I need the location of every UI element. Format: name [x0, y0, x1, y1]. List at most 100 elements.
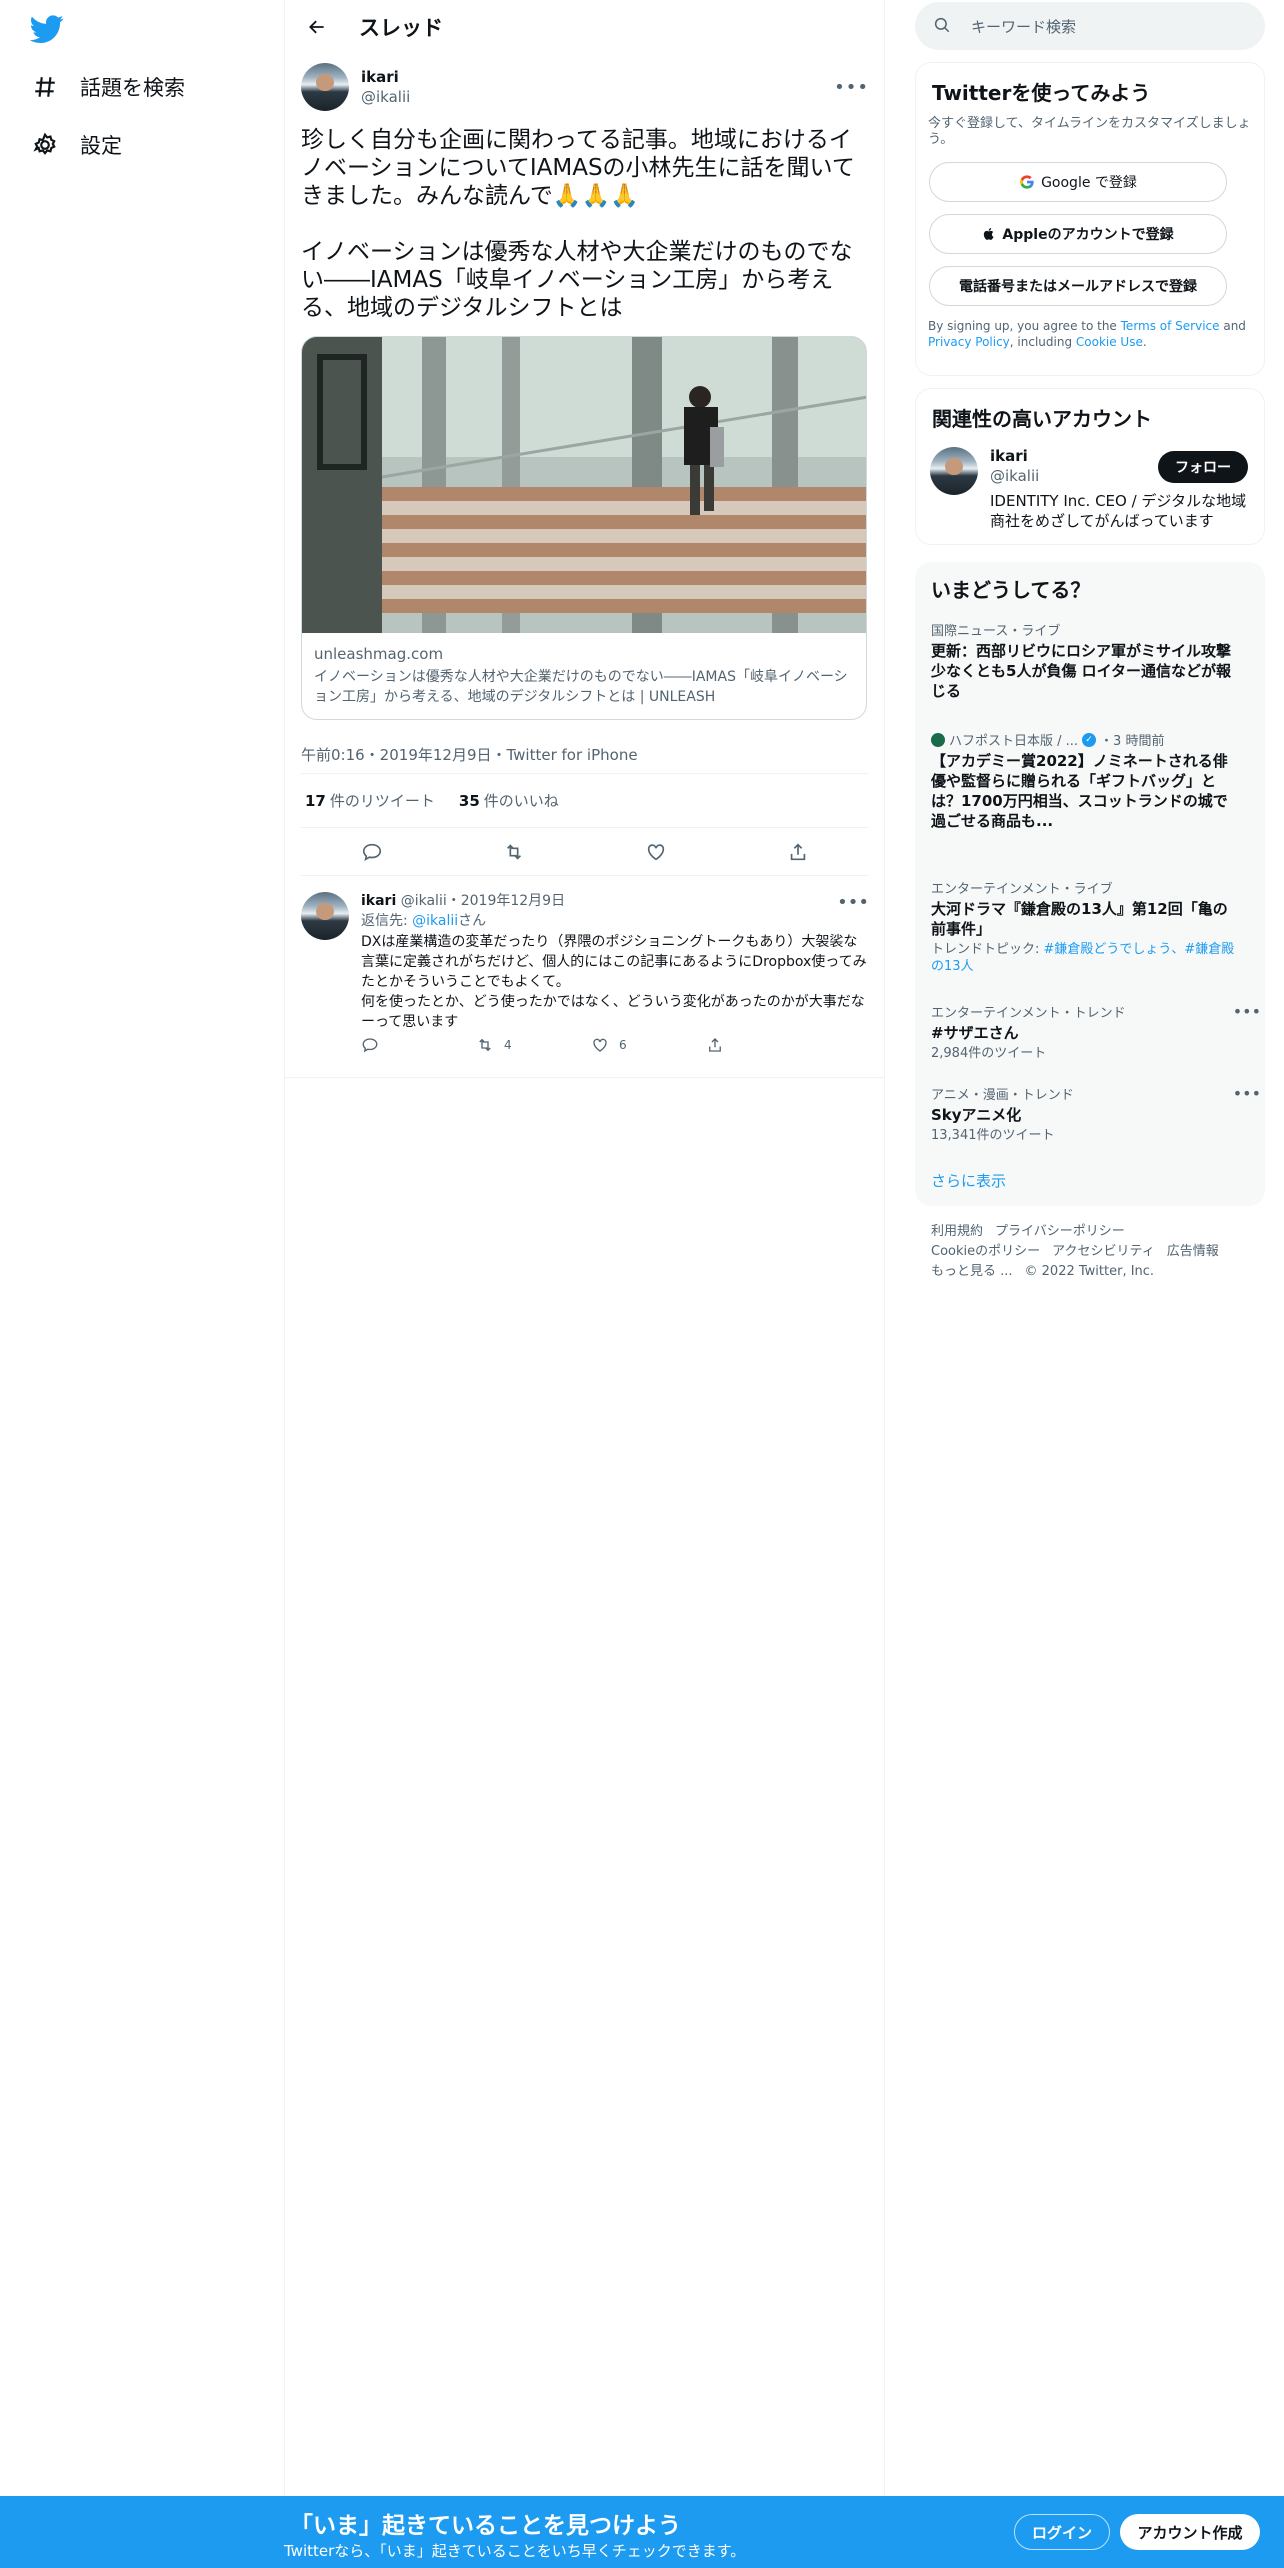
- trend-headline: 【アカデミー賞2022】ノミネートされる俳優や監督らに贈られる「ギフトバッグ」と…: [931, 752, 1228, 830]
- search-icon: [933, 16, 953, 36]
- footer-links: 利用規約 プライバシーポリシー Cookieのポリシー アクセシビリティ 広告情報 も…: [931, 1222, 1251, 1282]
- trend-item[interactable]: ハフポスト日本版 / ... ✓ ・3 時間前 【アカデミー賞2022】ノミネー…: [931, 730, 1241, 831]
- card-image: [302, 337, 866, 633]
- apple-signup-label: Appleのアカウントで登録: [1002, 227, 1174, 243]
- nav-settings-label: 設定: [80, 134, 122, 158]
- reply-reply-button[interactable]: [361, 1036, 476, 1054]
- trend-context: エンターテインメント・ライブ: [931, 882, 1113, 897]
- related-accounts-panel: 関連性の高いアカウント ikari @ikalii IDENTITY Inc. …: [915, 388, 1265, 545]
- main-tweet: ikari @ikalii ••• 珍しく自分も企画に関わってる記事。地域におけ…: [301, 62, 869, 876]
- more-options-icon[interactable]: •••: [1233, 1002, 1261, 1021]
- signup-subtitle: 今すぐ登録して、タイムラインをカスタマイズしましょう。: [928, 116, 1251, 147]
- footer-more-link[interactable]: もっと見る ...: [931, 1264, 1013, 1279]
- trend-item[interactable]: アニメ・漫画・トレンド Skyアニメ化 13,341件のツイート •••: [931, 1084, 1261, 1144]
- footer-accessibility-link[interactable]: アクセシビリティ: [1052, 1244, 1155, 1259]
- avatar[interactable]: [930, 447, 978, 495]
- back-arrow-icon[interactable]: [299, 9, 335, 45]
- footer-cookie-link[interactable]: Cookieのポリシー: [931, 1244, 1040, 1259]
- create-account-button[interactable]: アカウント作成: [1120, 2514, 1260, 2550]
- trend-item[interactable]: エンターテインメント・トレンド #サザエさん 2,984件のツイート •••: [931, 1002, 1261, 1062]
- fine-4: .: [1142, 335, 1147, 349]
- related-handle[interactable]: @ikalii: [990, 467, 1039, 485]
- trend-item[interactable]: 国際ニュース・ライブ 更新：西部リビウにロシア軍がミサイル攻撃 少なくとも5人が…: [931, 620, 1241, 701]
- show-more-link[interactable]: さらに表示: [931, 1170, 1006, 1191]
- nav-settings[interactable]: 設定: [30, 125, 122, 165]
- page-title: スレッド: [359, 16, 443, 40]
- like-count: 35: [458, 792, 480, 810]
- more-options-icon[interactable]: •••: [837, 892, 869, 913]
- trend-headline: #サザエさん: [931, 1024, 1019, 1042]
- related-name[interactable]: ikari: [990, 447, 1028, 465]
- reply-like-button[interactable]: 6: [591, 1036, 706, 1054]
- link-card[interactable]: unleashmag.com イノベーションは優秀な人材や大企業だけのものでない…: [301, 336, 867, 720]
- tweet-header: ikari @ikalii •••: [301, 62, 869, 112]
- reply-author-name[interactable]: ikari: [361, 893, 396, 909]
- verified-badge-icon: ✓: [1082, 732, 1097, 747]
- trend-meta: 2,984件のツイート: [931, 1046, 1047, 1061]
- retweet-count: 17: [305, 792, 326, 810]
- phone-email-signup-label: 電話番号またはメールアドレスで登録: [959, 279, 1197, 295]
- search-input[interactable]: キーワード検索: [915, 2, 1265, 50]
- footer-copyright: © 2022 Twitter, Inc.: [1024, 1264, 1155, 1279]
- footer-privacy-link[interactable]: プライバシーポリシー: [995, 1224, 1125, 1239]
- share-icon[interactable]: [781, 835, 815, 869]
- bottom-signup-bar: 「いま」起きていることを見つけよう Twitterなら、「いま」起きていることを…: [0, 2496, 1284, 2568]
- fine-3: , including: [1009, 335, 1076, 349]
- more-options-icon[interactable]: •••: [1233, 1084, 1261, 1103]
- hashtag-icon: [30, 72, 60, 102]
- reply-to-handle[interactable]: @ikalii: [412, 913, 458, 929]
- trend-headline: Skyアニメ化: [931, 1106, 1022, 1124]
- reply-body: ikari @ikalii・2019年12月9日 返信先: @ikaliiさん …: [361, 890, 871, 1032]
- apple-icon: [982, 226, 996, 242]
- more-options-icon[interactable]: •••: [834, 77, 869, 98]
- like-icon[interactable]: [639, 835, 673, 869]
- twitter-logo-icon[interactable]: [29, 12, 64, 46]
- like-count-link[interactable]: 35 件のいいね: [459, 790, 559, 811]
- footer-ads-link[interactable]: 広告情報: [1167, 1244, 1219, 1259]
- footer-terms-link[interactable]: 利用規約: [931, 1224, 983, 1239]
- author-name[interactable]: ikari: [361, 68, 410, 86]
- reply-handle-date[interactable]: @ikalii・2019年12月9日: [401, 893, 565, 909]
- login-button[interactable]: ログイン: [1014, 2514, 1110, 2550]
- reply-retweet-button[interactable]: 4: [476, 1036, 591, 1054]
- reply-icon[interactable]: [355, 835, 389, 869]
- retweet-count-label: 件のリツイート: [329, 792, 435, 810]
- reply-to-suffix: さん: [458, 913, 487, 929]
- author-handle[interactable]: @ikalii: [361, 88, 410, 106]
- nav-explore[interactable]: 話題を検索: [30, 67, 185, 107]
- reply-like-count: 6: [619, 1038, 627, 1052]
- fine-1: By signing up, you agree to the: [928, 319, 1121, 333]
- terms-link[interactable]: Terms of Service: [1121, 319, 1220, 333]
- card-title: イノベーションは優秀な人材や大企業だけのものでない――IAMAS「岐阜イノベーシ…: [314, 669, 848, 705]
- retweet-count-link[interactable]: 17 件のリツイート: [305, 790, 435, 811]
- trends-title: いまどうしてる？: [931, 578, 1091, 602]
- retweet-icon[interactable]: [497, 835, 531, 869]
- signup-buttons: Google で登録 Appleのアカウントで登録 電話番号またはメールアドレス…: [928, 162, 1252, 306]
- google-signup-label: Google で登録: [1041, 175, 1137, 191]
- trend-headline: 更新：西部リビウにロシア軍がミサイル攻撃 少なくとも5人が負傷 ロイター通信など…: [931, 642, 1232, 700]
- reply-tweet[interactable]: ikari @ikalii・2019年12月9日 返信先: @ikaliiさん …: [285, 878, 885, 1078]
- follow-button[interactable]: フォロー: [1158, 451, 1248, 483]
- gear-icon: [30, 130, 60, 160]
- avatar[interactable]: [301, 892, 349, 940]
- tweet-timestamp[interactable]: 午前0:16・2019年12月9日・Twitter for iPhone: [301, 736, 869, 774]
- fine-2: and: [1219, 319, 1246, 333]
- share-icon: [709, 1038, 721, 1052]
- google-signup-button[interactable]: Google で登録: [929, 162, 1227, 202]
- avatar[interactable]: [301, 63, 349, 111]
- apple-signup-button[interactable]: Appleのアカウントで登録: [929, 214, 1227, 254]
- reply-retweet-count: 4: [504, 1038, 512, 1052]
- bottom-bar-subtitle: Twitterなら、「いま」起きていることをいち早くチェックできます。: [284, 2542, 746, 2560]
- trend-item[interactable]: エンターテインメント・ライブ 大河ドラマ『鎌倉殿の13人』第12回「亀の前事件」…: [931, 878, 1241, 975]
- reply-share-button[interactable]: [706, 1036, 821, 1054]
- phone-email-signup-button[interactable]: 電話番号またはメールアドレスで登録: [929, 266, 1227, 306]
- privacy-link[interactable]: Privacy Policy: [928, 335, 1010, 349]
- trend-time: ・3 時間前: [1100, 734, 1165, 749]
- retweet-icon: [479, 1038, 491, 1052]
- related-title: 関連性の高いアカウント: [932, 407, 1152, 431]
- cookie-link[interactable]: Cookie Use: [1076, 335, 1143, 349]
- tweet-text: 珍しく自分も企画に関わってる記事。地域におけるイノベーションについてIAMASの…: [301, 127, 855, 321]
- reply-to-line: 返信先: @ikaliiさん: [361, 910, 871, 930]
- like-icon: [593, 1038, 607, 1052]
- trend-context: アニメ・漫画・トレンド: [931, 1088, 1074, 1103]
